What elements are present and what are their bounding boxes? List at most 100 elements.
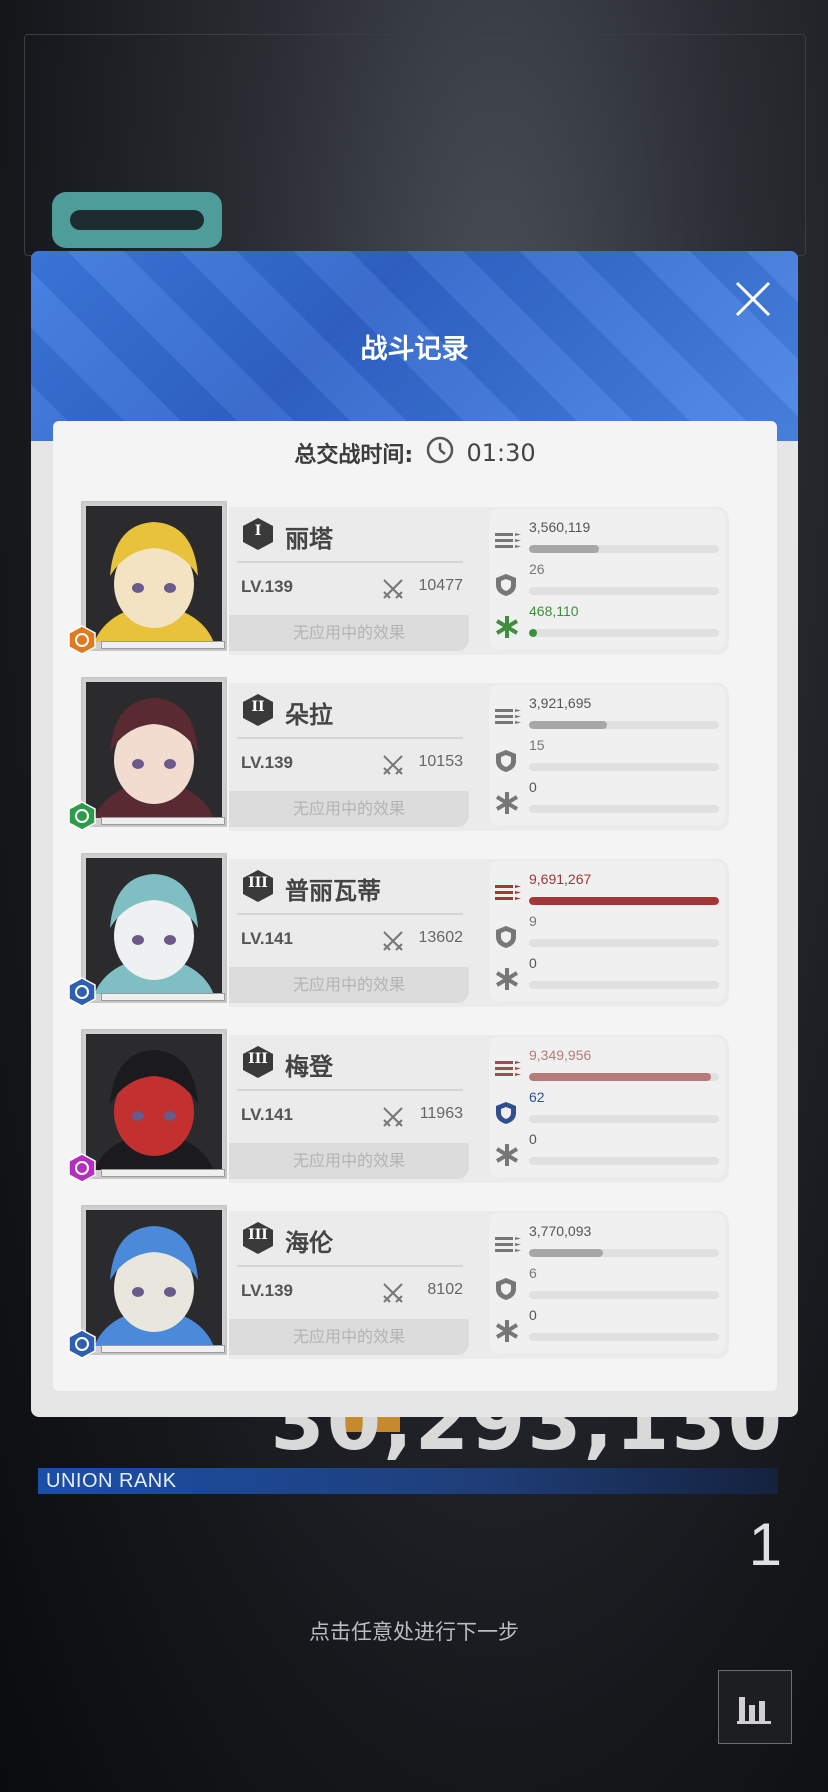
- rank-text: I: [254, 523, 262, 539]
- close-icon: [735, 281, 771, 317]
- character-art: [86, 858, 222, 994]
- damage-bar: [529, 1249, 719, 1257]
- shield-bar: [529, 1115, 719, 1123]
- damage-value: 3,770,093: [529, 1223, 592, 1239]
- damage-stat: 3,560,119: [489, 519, 725, 559]
- combat-power: 13602: [418, 929, 464, 946]
- crossed-swords-icon: [383, 1283, 403, 1303]
- damage-value: 9,349,956: [529, 1047, 592, 1063]
- stats-panel: 3,560,119 26 468,110: [489, 509, 725, 649]
- statistics-button[interactable]: [718, 1670, 792, 1744]
- rank-text: III: [248, 1051, 268, 1067]
- electric-element-icon: [68, 1153, 96, 1183]
- shield-value: 26: [529, 561, 545, 577]
- portrait-bar: [101, 817, 225, 825]
- shield-bar: [529, 763, 719, 771]
- shield-icon: [496, 750, 516, 772]
- character-name: 丽塔: [285, 525, 333, 553]
- record-panel: 总交战时间: 01:30 I 丽塔 LV.139 10477 无应用中的效果 3…: [53, 421, 777, 1391]
- water-element-icon: [68, 977, 96, 1007]
- stats-panel: 3,770,093 6 0: [489, 1213, 725, 1353]
- damage-bullets-icon: [495, 1061, 521, 1076]
- modal-title: 战斗记录: [360, 334, 469, 365]
- character-portrait[interactable]: [81, 501, 227, 651]
- damage-stat: 3,770,093: [489, 1223, 725, 1263]
- damage-bar: [529, 897, 719, 905]
- divider: [237, 1089, 463, 1091]
- heal-value: 0: [529, 1131, 537, 1147]
- effect-status: 无应用中的效果: [229, 1143, 469, 1179]
- character-name: 普丽瓦蒂: [285, 877, 381, 905]
- damage-bar-fill: [529, 721, 607, 729]
- close-button[interactable]: [731, 277, 775, 321]
- heal-value: 0: [529, 1307, 537, 1323]
- damage-bar-fill: [529, 1249, 604, 1257]
- heal-asterisk-icon: [495, 616, 519, 638]
- combat-power: 11963: [419, 1105, 463, 1122]
- effect-status: 无应用中的效果: [229, 791, 469, 827]
- heal-stat: 0: [489, 779, 725, 819]
- damage-bar: [529, 721, 719, 729]
- character-row[interactable]: III 普丽瓦蒂 LV.141 13602 无应用中的效果 9,691,267 …: [68, 853, 749, 1009]
- shield-stat: 6: [489, 1265, 725, 1305]
- portrait-bar: [101, 1169, 225, 1177]
- shield-stat: 9: [489, 913, 725, 953]
- combat-power: 8102: [427, 1281, 463, 1298]
- water-element-icon: [68, 1329, 96, 1359]
- stats-panel: 9,691,267 9 0: [489, 861, 725, 1001]
- damage-bar: [529, 545, 719, 553]
- character-row[interactable]: III 海伦 LV.139 8102 无应用中的效果 3,770,093 6 0: [68, 1205, 749, 1361]
- character-row[interactable]: II 朵拉 LV.139 10153 无应用中的效果 3,921,695 15 …: [68, 677, 749, 833]
- character-portrait[interactable]: [81, 853, 227, 1003]
- heal-value: 0: [529, 779, 537, 795]
- character-name: 梅登: [285, 1053, 333, 1081]
- effect-status: 无应用中的效果: [229, 967, 469, 1003]
- heal-stat: 0: [489, 1307, 725, 1347]
- battle-time-label: 总交战时间:: [294, 443, 414, 468]
- heal-stat: 0: [489, 955, 725, 995]
- battle-record-modal: 战斗记录 总交战时间: 01:30 I 丽塔 LV.139 10477 无应用中…: [31, 251, 798, 1417]
- shield-value: 6: [529, 1265, 537, 1281]
- character-portrait[interactable]: [81, 1205, 227, 1355]
- heal-asterisk-icon: [495, 792, 519, 814]
- shield-icon: [496, 926, 516, 948]
- character-art: [86, 1210, 222, 1346]
- character-info: III 海伦 LV.139 8102 无应用中的效果 3,770,093 6 0: [229, 1211, 729, 1359]
- rank-badge: I: [241, 517, 275, 551]
- shield-stat: 62: [489, 1089, 725, 1129]
- damage-bar-fill: [529, 1073, 712, 1081]
- rank-text: II: [251, 699, 265, 715]
- character-portrait[interactable]: [81, 1029, 227, 1179]
- effect-status: 无应用中的效果: [229, 615, 469, 651]
- character-row[interactable]: I 丽塔 LV.139 10477 无应用中的效果 3,560,119 26 4…: [68, 501, 749, 657]
- rank-badge: III: [241, 1221, 275, 1255]
- union-rank-label: UNION RANK: [46, 1470, 177, 1492]
- rank-badge: II: [241, 693, 275, 727]
- damage-bullets-icon: [495, 885, 521, 900]
- character-level: LV.139: [241, 753, 293, 772]
- divider: [237, 561, 463, 563]
- damage-bullets-icon: [495, 709, 521, 724]
- heal-value: 0: [529, 955, 537, 971]
- character-row[interactable]: III 梅登 LV.141 11963 无应用中的效果 9,349,956 62…: [68, 1029, 749, 1185]
- character-level: LV.141: [241, 1105, 293, 1124]
- character-info: III 普丽瓦蒂 LV.141 13602 无应用中的效果 9,691,267 …: [229, 859, 729, 1007]
- combat-power: 10153: [418, 753, 464, 770]
- heal-stat: 468,110: [489, 603, 725, 643]
- heal-bar: [529, 1333, 719, 1341]
- damage-bar-fill: [529, 545, 600, 553]
- continue-hint[interactable]: 点击任意处进行下一步: [0, 1616, 828, 1646]
- character-level: LV.139: [241, 577, 293, 596]
- rank-text: III: [248, 1227, 268, 1243]
- portrait-bar: [101, 641, 225, 649]
- character-art: [86, 1034, 222, 1170]
- character-portrait[interactable]: [81, 677, 227, 827]
- union-rank-bar: UNION RANK: [38, 1468, 778, 1494]
- heal-value: 468,110: [529, 603, 579, 619]
- character-art: [86, 682, 222, 818]
- heal-asterisk-icon: [495, 1144, 519, 1166]
- character-art: [86, 506, 222, 642]
- shield-value: 62: [529, 1089, 545, 1105]
- damage-value: 3,921,695: [529, 695, 592, 711]
- crossed-swords-icon: [383, 1107, 403, 1127]
